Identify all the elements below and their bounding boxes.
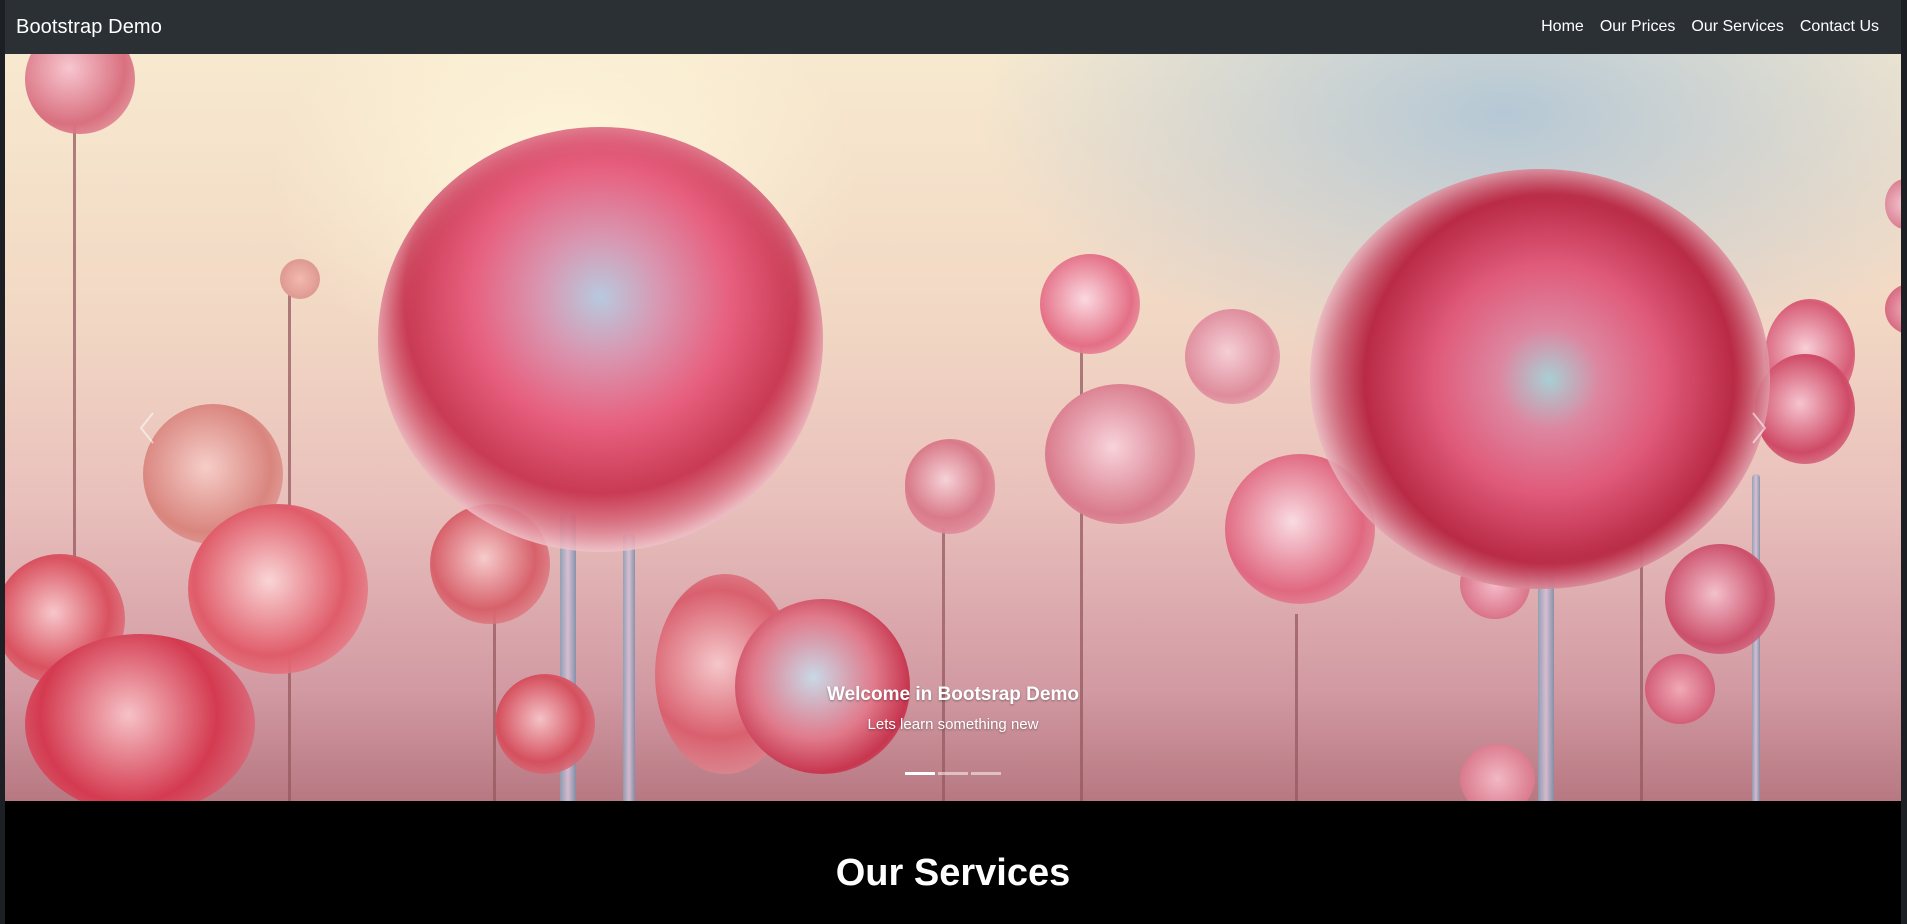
nav-link-contact[interactable]: Contact Us [1800, 18, 1879, 36]
nav-links: Home Our Prices Our Services Contact Us [1541, 18, 1879, 36]
services-heading: Our Services [835, 852, 1071, 894]
nav-link-services[interactable]: Our Services [1691, 18, 1783, 36]
candy-bubble [1040, 254, 1140, 354]
nav-link-home[interactable]: Home [1541, 18, 1584, 36]
carousel-caption: Welcome in Bootsrap Demo Lets learn some… [5, 684, 1901, 733]
chevron-left-icon [139, 411, 154, 444]
carousel-indicator-3[interactable] [971, 772, 1001, 775]
window-frame-right [1901, 0, 1907, 924]
carousel-indicators [5, 772, 1901, 775]
candy-bubble [1045, 384, 1195, 524]
carousel-caption-text: Lets learn something new [867, 716, 1039, 733]
nav-link-prices[interactable]: Our Prices [1600, 18, 1676, 36]
candy-bubble-large [378, 127, 823, 552]
navbar-brand[interactable]: Bootstrap Demo [16, 16, 162, 39]
services-section: Our Services [5, 801, 1901, 924]
candy-bubble [905, 439, 995, 529]
candy-bubble [1185, 309, 1280, 404]
carousel-indicator-1[interactable] [905, 772, 935, 775]
hero-carousel: Welcome in Bootsrap Demo Lets learn some… [5, 54, 1901, 801]
page: Bootstrap Demo Home Our Prices Our Servi… [0, 0, 1907, 924]
carousel-indicator-2[interactable] [938, 772, 968, 775]
lollipop-stem [623, 534, 635, 801]
chevron-right-icon [1752, 411, 1767, 444]
carousel-caption-title: Welcome in Bootsrap Demo [827, 684, 1079, 705]
navbar: Bootstrap Demo Home Our Prices Our Servi… [5, 0, 1901, 54]
